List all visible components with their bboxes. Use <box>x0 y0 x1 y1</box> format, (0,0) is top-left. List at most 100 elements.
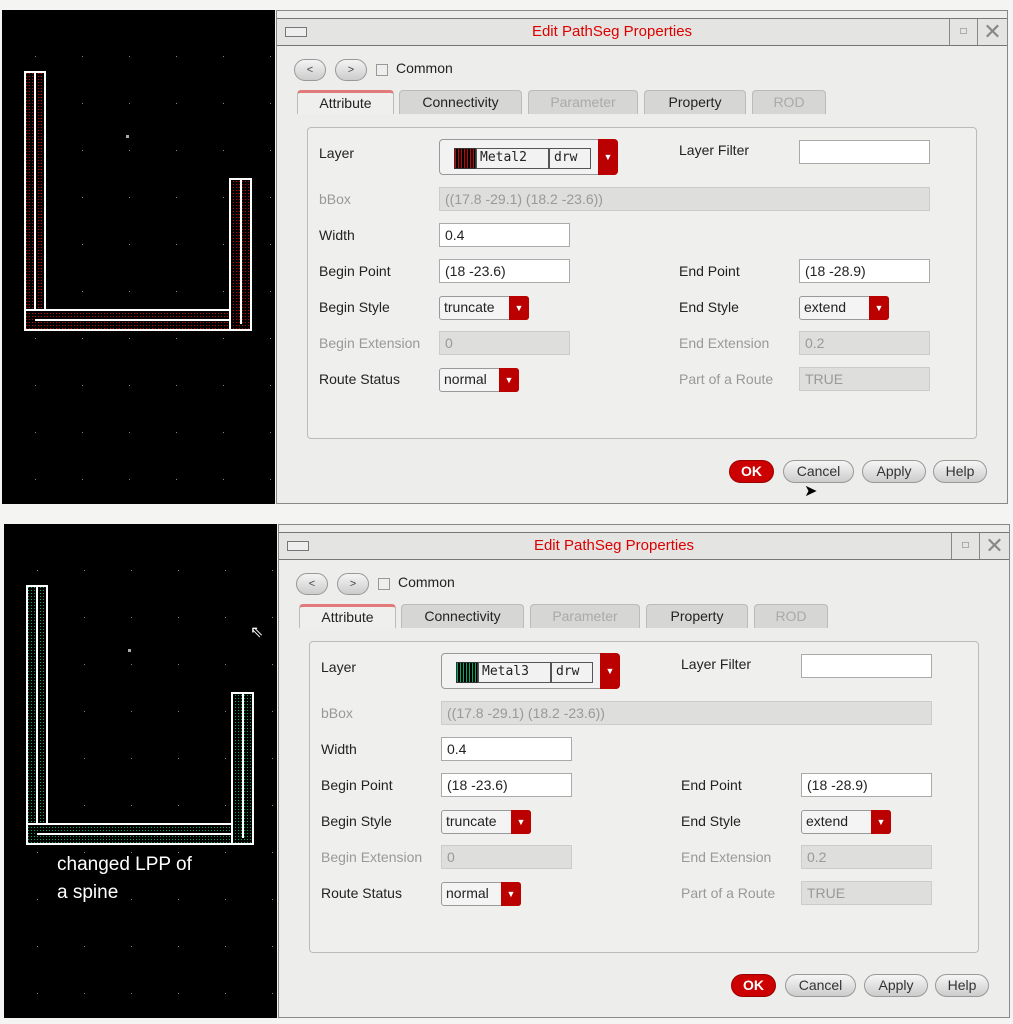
grid-dot <box>272 852 273 853</box>
chevron-down-icon[interactable]: ▼ <box>871 810 891 834</box>
grid-dot <box>176 56 177 57</box>
grid-dot <box>272 570 273 571</box>
end-point-field[interactable]: (18 -28.9) <box>801 773 932 797</box>
width-label: Width <box>321 741 357 757</box>
tab-attribute[interactable]: Attribute <box>297 90 394 114</box>
grid-dot <box>35 338 36 339</box>
minimize-icon[interactable]: □ <box>949 19 977 45</box>
route-status-dropdown[interactable]: normal ▼ <box>441 882 521 906</box>
grid-dot <box>223 432 224 433</box>
cancel-button[interactable]: Cancel <box>785 974 856 997</box>
grid-origin-dot <box>128 649 131 652</box>
minimize-icon[interactable]: □ <box>951 533 979 559</box>
end-style-dropdown[interactable]: extend ▼ <box>801 810 891 834</box>
help-button[interactable]: Help <box>933 460 987 483</box>
grid-dot <box>270 56 271 57</box>
next-button[interactable]: > <box>335 59 367 81</box>
next-button[interactable]: > <box>337 573 369 595</box>
grid-dot <box>35 385 36 386</box>
ok-button[interactable]: OK <box>729 460 774 483</box>
chevron-down-icon[interactable]: ▼ <box>501 882 521 906</box>
ok-button[interactable]: OK <box>731 974 776 997</box>
width-field[interactable]: 0.4 <box>441 737 572 761</box>
route-status-value: normal <box>444 371 487 387</box>
chevron-down-icon[interactable]: ▼ <box>509 296 529 320</box>
tab-rod[interactable]: ROD <box>754 604 828 628</box>
grid-dot <box>223 103 224 104</box>
grid-dot <box>82 150 83 151</box>
tab-connectivity[interactable]: Connectivity <box>399 90 522 114</box>
previous-button[interactable]: < <box>296 573 328 595</box>
chevron-down-icon[interactable]: ▼ <box>511 810 531 834</box>
chevron-down-icon[interactable]: ▼ <box>499 368 519 392</box>
apply-button[interactable]: Apply <box>864 974 928 997</box>
end-point-label: End Point <box>679 263 740 279</box>
begin-style-value: truncate <box>446 813 497 829</box>
grid-dot <box>223 291 224 292</box>
common-label: Common <box>396 60 453 76</box>
layout-canvas[interactable] <box>2 10 275 504</box>
tab-connectivity[interactable]: Connectivity <box>401 604 524 628</box>
begin-point-field[interactable]: (18 -23.6) <box>441 773 572 797</box>
end-style-dropdown[interactable]: extend ▼ <box>799 296 889 320</box>
grid-dot <box>84 805 85 806</box>
previous-button[interactable]: < <box>294 59 326 81</box>
cancel-button[interactable]: Cancel <box>783 460 854 483</box>
begin-extension-label: Begin Extension <box>321 849 423 865</box>
grid-dot <box>178 946 179 947</box>
grid-dot <box>176 244 177 245</box>
grid-dot <box>272 664 273 665</box>
layer-filter-field[interactable] <box>801 654 932 678</box>
close-icon[interactable]: ✕ <box>977 19 1007 45</box>
title-bar[interactable]: Edit PathSeg Properties □ ✕ <box>279 532 1009 560</box>
help-button[interactable]: Help <box>935 974 989 997</box>
tab-property[interactable]: Property <box>646 604 748 628</box>
tab-rod[interactable]: ROD <box>752 90 826 114</box>
bbox-label: bBox <box>321 705 353 721</box>
grid-dot <box>82 197 83 198</box>
grid-dot <box>82 479 83 480</box>
tab-property[interactable]: Property <box>644 90 746 114</box>
begin-style-dropdown[interactable]: truncate ▼ <box>439 296 529 320</box>
tab-parameter[interactable]: Parameter <box>528 90 638 114</box>
layout-canvas[interactable]: changed LPP of a spine ⇖ <box>4 524 277 1018</box>
common-checkbox[interactable] <box>376 64 388 76</box>
route-status-dropdown[interactable]: normal ▼ <box>439 368 519 392</box>
grid-dot <box>37 570 38 571</box>
layer-filter-field[interactable] <box>799 140 930 164</box>
grid-origin-dot <box>126 135 129 138</box>
layer-selector[interactable]: Metal2 drw ▼ <box>439 139 618 175</box>
tab-attribute[interactable]: Attribute <box>299 604 396 628</box>
part-of-route-field: TRUE <box>801 881 932 905</box>
grid-dot <box>84 570 85 571</box>
bbox-field: ((17.8 -29.1) (18.2 -23.6)) <box>439 187 930 211</box>
grid-dot <box>223 150 224 151</box>
grid-dot <box>35 432 36 433</box>
grid-dot <box>270 338 271 339</box>
close-icon[interactable]: ✕ <box>979 533 1009 559</box>
grid-dot <box>131 805 132 806</box>
title-bar[interactable]: Edit PathSeg Properties □ ✕ <box>277 18 1007 46</box>
chevron-down-icon[interactable]: ▼ <box>869 296 889 320</box>
chevron-down-icon[interactable]: ▼ <box>598 139 618 175</box>
width-field[interactable]: 0.4 <box>439 223 570 247</box>
part-of-route-field: TRUE <box>799 367 930 391</box>
chevron-down-icon[interactable]: ▼ <box>600 653 620 689</box>
attribute-panel <box>309 641 979 953</box>
end-extension-field: 0.2 <box>799 331 930 355</box>
begin-point-field[interactable]: (18 -23.6) <box>439 259 570 283</box>
layer-selector[interactable]: Metal3 drw ▼ <box>441 653 620 689</box>
common-checkbox[interactable] <box>378 578 390 590</box>
apply-button[interactable]: Apply <box>862 460 926 483</box>
grid-dot <box>176 150 177 151</box>
tab-parameter[interactable]: Parameter <box>530 604 640 628</box>
grid-dot <box>131 993 132 994</box>
edit-pathseg-dialog: Edit PathSeg Properties □ ✕ < > Common A… <box>276 10 1008 504</box>
end-point-field[interactable]: (18 -28.9) <box>799 259 930 283</box>
part-of-route-label: Part of a Route <box>681 885 776 901</box>
grid-dot <box>35 479 36 480</box>
grid-dot <box>131 946 132 947</box>
grid-dot <box>270 432 271 433</box>
grid-dot <box>82 56 83 57</box>
begin-style-dropdown[interactable]: truncate ▼ <box>441 810 531 834</box>
